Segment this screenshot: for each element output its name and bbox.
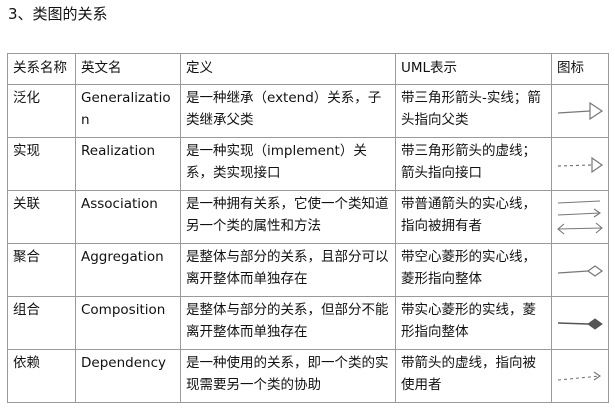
- table-row: 聚合 Aggregation 是整体与部分的关系，且部分可以离开整体而单独存在 …: [7, 243, 609, 297]
- section-heading: 3、类图的关系: [8, 5, 108, 23]
- relation-definition-cell: 是一种拥有关系，它使一个类知道另一个类的属性和方法: [180, 190, 396, 244]
- table-row: 关联 Association 是一种拥有关系，它使一个类知道另一个类的属性和方法…: [7, 190, 609, 244]
- relation-name-cell: 关联: [7, 190, 76, 244]
- header-cell-name: 关系名称: [7, 53, 76, 85]
- hollow-diamond-line-icon: [557, 265, 604, 277]
- relation-icon-cell: [551, 84, 609, 138]
- association-arrows-icon: [557, 200, 603, 235]
- header-cell-definition: 定义: [180, 53, 396, 85]
- relation-uml-cell: 带箭头的虚线，指向被使用者: [395, 349, 552, 403]
- table-row: 组合 Composition 是整体与部分的关系，但部分不能离开整体而单独存在 …: [7, 296, 609, 350]
- table-header-row: 关系名称 英文名 定义 UML表示 图标: [7, 53, 609, 85]
- relation-definition-cell: 是一种实现（implement）关系，类实现接口: [180, 137, 396, 191]
- header-cell-uml: UML表示: [395, 53, 552, 85]
- relation-name-cell: 组合: [7, 296, 76, 350]
- class-relationship-table: 关系名称 英文名 定义 UML表示 图标 泛化 Generalization 是…: [7, 53, 609, 403]
- relation-name-cell: 泛化: [7, 84, 76, 138]
- dashed-open-arrow-icon: [557, 371, 601, 381]
- relation-uml-cell: 带实心菱形的实线，菱形指向整体: [395, 296, 552, 350]
- relation-english-cell: Realization: [75, 137, 181, 191]
- relation-english-cell: Aggregation: [75, 243, 181, 297]
- relation-icon-cell: [551, 296, 609, 350]
- relation-icon-cell: [551, 243, 609, 297]
- solid-line-hollow-triangle-icon: [557, 101, 604, 121]
- relation-uml-cell: 带三角形箭头的虚线；箭头指向接口: [395, 137, 552, 191]
- table-row: 泛化 Generalization 是一种继承（extend）关系，子类继承父类…: [7, 84, 609, 138]
- relation-english-cell: Association: [75, 190, 181, 244]
- relation-uml-cell: 带空心菱形的实心线，菱形指向整体: [395, 243, 552, 297]
- header-cell-english: 英文名: [75, 53, 181, 85]
- header-cell-icon: 图标: [551, 53, 609, 85]
- relation-definition-cell: 是一种继承（extend）关系，子类继承父类: [180, 84, 396, 138]
- relation-icon-cell: [551, 190, 609, 244]
- relation-uml-cell: 带三角形箭头-实线；箭头指向父类: [395, 84, 552, 138]
- relation-definition-cell: 是一种使用的关系，即一个类的实现需要另一个类的协助: [180, 349, 396, 403]
- relation-icon-cell: [551, 137, 609, 191]
- relation-name-cell: 依赖: [7, 349, 76, 403]
- dashed-line-hollow-triangle-icon: [557, 156, 604, 174]
- filled-diamond-line-icon: [557, 318, 603, 330]
- table-row: 依赖 Dependency 是一种使用的关系，即一个类的实现需要另一个类的协助 …: [7, 349, 609, 403]
- table-row: 实现 Realization 是一种实现（implement）关系，类实现接口 …: [7, 137, 609, 191]
- relation-english-cell: Composition: [75, 296, 181, 350]
- relation-name-cell: 实现: [7, 137, 76, 191]
- relation-english-cell: Generalization: [75, 84, 181, 138]
- relation-name-cell: 聚合: [7, 243, 76, 297]
- relation-definition-cell: 是整体与部分的关系，且部分可以离开整体而单独存在: [180, 243, 396, 297]
- relation-english-cell: Dependency: [75, 349, 181, 403]
- relation-icon-cell: [551, 349, 609, 403]
- relation-uml-cell: 带普通箭头的实心线，指向被拥有者: [395, 190, 552, 244]
- relation-definition-cell: 是整体与部分的关系，但部分不能离开整体而单独存在: [180, 296, 396, 350]
